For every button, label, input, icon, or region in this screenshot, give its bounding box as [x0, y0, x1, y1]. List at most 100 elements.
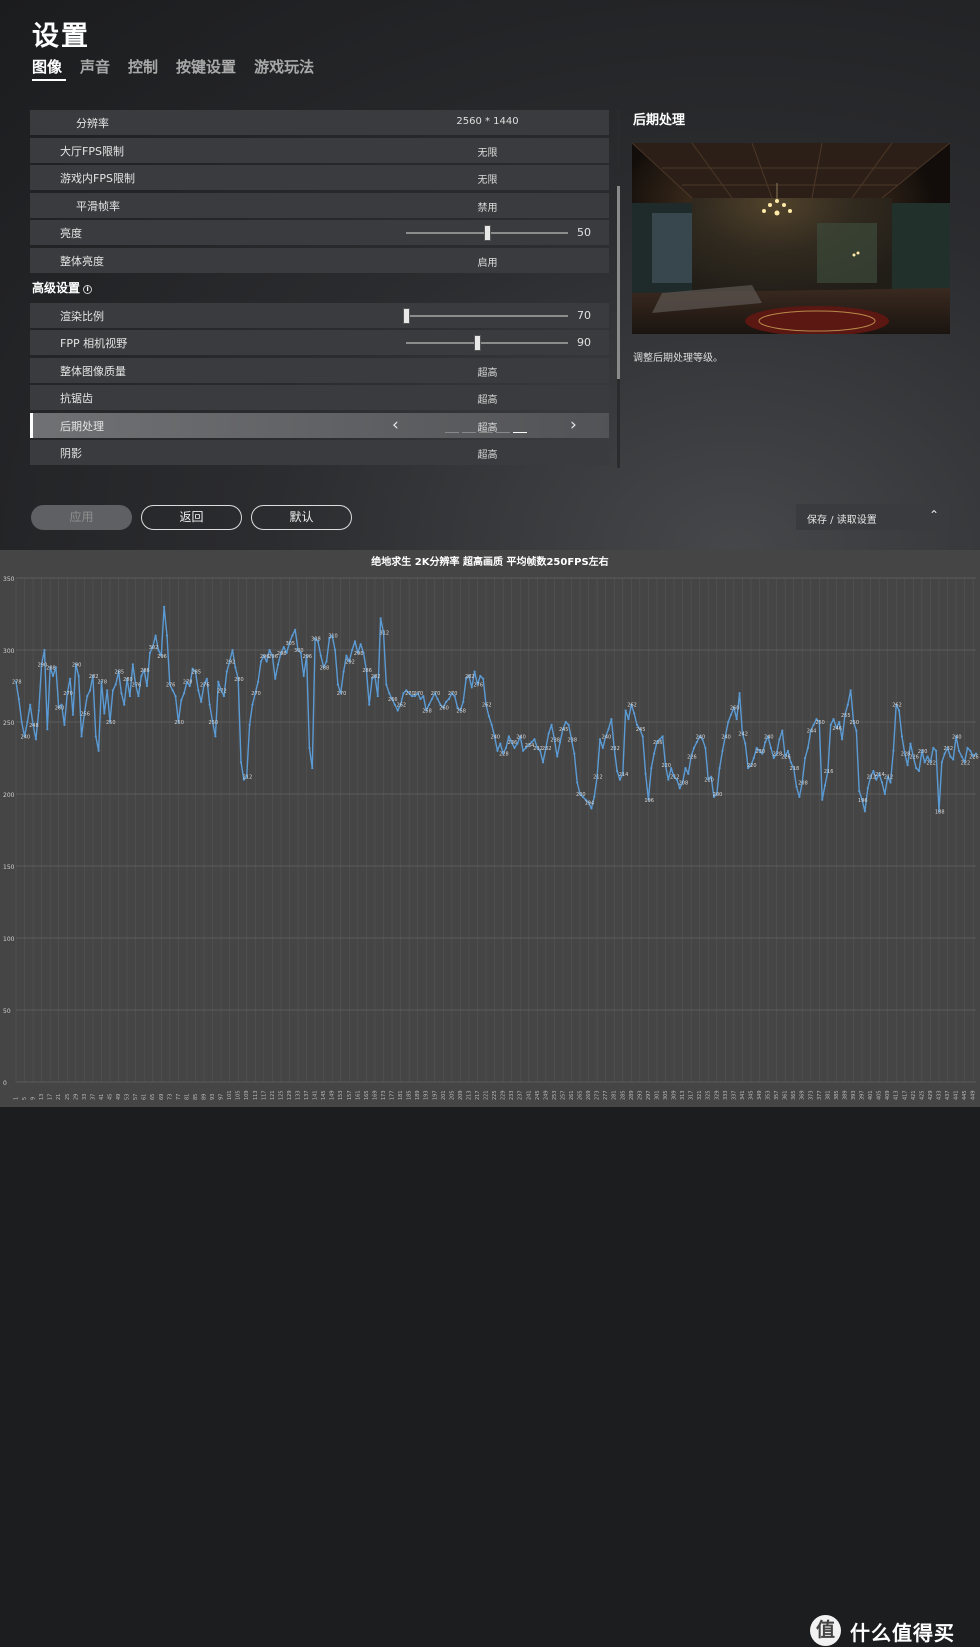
setting-value: 超高 — [477, 395, 498, 406]
data-point — [291, 634, 294, 637]
x-tick-label: 425 — [919, 1090, 925, 1100]
data-point — [974, 752, 978, 755]
x-tick-label: 277 — [603, 1090, 609, 1100]
data-point — [900, 735, 904, 738]
data-point — [487, 715, 490, 718]
data-point — [806, 746, 810, 750]
data-point — [957, 749, 961, 752]
slider-value: 70 — [577, 309, 591, 322]
x-tick-label: 29 — [73, 1094, 79, 1100]
data-label: 194 — [585, 801, 595, 807]
tab-gameplay[interactable]: 游戏玩法 — [254, 56, 314, 77]
fov-slider[interactable] — [406, 335, 568, 351]
data-point — [200, 700, 203, 703]
render-scale-slider[interactable] — [403, 308, 568, 324]
x-tick-label: 177 — [390, 1090, 396, 1100]
setting-shadows[interactable]: 阴影 超高 — [30, 440, 609, 465]
x-tick-label: 357 — [774, 1090, 780, 1100]
x-tick-label: 245 — [535, 1090, 541, 1100]
setting-label: 渲染比例 — [60, 310, 104, 323]
x-tick-label: 445 — [962, 1090, 968, 1100]
data-label: 250 — [174, 720, 184, 726]
setting-smoothing[interactable]: 平滑帧率 禁用 — [30, 193, 609, 218]
data-label: 302 — [149, 645, 159, 651]
save-load-settings-button[interactable]: 保存 / 读取设置 ⌃ — [796, 504, 950, 530]
chart-title: 绝地求生 2K分辨率 超高画质 平均帧数250FPS左右 — [371, 555, 608, 568]
x-tick-label: 449 — [971, 1090, 977, 1100]
setting-ingame-fps[interactable]: 游戏内FPS限制 无限 — [30, 165, 609, 190]
data-point — [479, 674, 482, 678]
x-tick-label: 421 — [911, 1090, 917, 1100]
data-point — [789, 761, 792, 764]
data-label: 236 — [508, 740, 518, 746]
tab-graphics[interactable]: 图像 — [32, 56, 67, 81]
watermark-text: 什么值得买 — [850, 1621, 955, 1645]
x-tick-label: 97 — [219, 1094, 225, 1100]
data-point — [507, 735, 510, 738]
data-point — [858, 790, 861, 793]
tab-keybindings[interactable]: 按键设置 — [176, 56, 236, 77]
data-point — [863, 810, 867, 813]
chevron-right-icon[interactable]: › — [570, 415, 577, 435]
data-point — [205, 677, 208, 680]
tab-bar: 图像 声音 控制 按键设置 游戏玩法 — [32, 56, 314, 81]
setting-value: 2560 * 1440 — [456, 116, 519, 127]
data-label: 245 — [636, 727, 646, 733]
slider-handle[interactable] — [474, 335, 482, 351]
slider-handle[interactable] — [403, 308, 410, 324]
data-point — [259, 660, 263, 663]
x-tick-label: 413 — [894, 1090, 900, 1100]
info-icon[interactable]: i — [83, 285, 93, 294]
save-load-label: 保存 / 读取设置 — [807, 515, 877, 526]
x-tick-label: 225 — [492, 1090, 498, 1100]
level-indicator — [445, 432, 527, 433]
slider-handle[interactable] — [484, 225, 491, 241]
data-label: 276 — [166, 683, 176, 689]
data-point — [769, 746, 772, 750]
y-tick-label: 50 — [3, 1008, 11, 1015]
setting-lobby-fps[interactable]: 大厅FPS限制 无限 — [30, 138, 609, 163]
data-point — [311, 766, 314, 770]
back-button[interactable]: 返回 — [141, 505, 242, 530]
setting-antialiasing[interactable]: 抗锯齿 超高 — [30, 385, 609, 410]
setting-fpp-fov[interactable]: FPP 相机视野 90 — [30, 330, 609, 355]
data-point — [550, 723, 553, 726]
default-button[interactable]: 默认 — [251, 505, 352, 530]
x-tick-label: 365 — [791, 1090, 797, 1100]
data-point — [239, 761, 243, 764]
data-point — [635, 723, 639, 726]
data-label: 285 — [115, 670, 125, 676]
setting-resolution[interactable]: 分辨率 2560 * 1440 — [30, 110, 609, 135]
scrollbar-thumb[interactable] — [617, 186, 620, 379]
setting-overall-brightness[interactable]: 整体亮度 启用 — [30, 248, 609, 273]
setting-brightness[interactable]: 亮度 50 — [30, 220, 609, 245]
data-label: 222 — [926, 760, 936, 766]
x-tick-label: 265 — [578, 1090, 584, 1100]
setting-overall-quality[interactable]: 整体图像质量 超高 — [30, 358, 609, 383]
x-tick-label: 181 — [398, 1090, 404, 1100]
setting-value: 无限 — [477, 175, 498, 186]
data-label: 255 — [841, 713, 851, 719]
data-point — [217, 680, 220, 683]
apply-button[interactable]: 应用 — [31, 505, 132, 530]
tab-sound[interactable]: 声音 — [80, 56, 110, 77]
brightness-slider[interactable] — [406, 225, 568, 241]
x-tick-label: 37 — [90, 1094, 96, 1100]
x-tick-label: 345 — [748, 1090, 754, 1100]
site-watermark: 值 什么值得买 — [810, 1613, 980, 1647]
x-tick-label: 53 — [125, 1094, 131, 1100]
tab-control[interactable]: 控制 — [128, 56, 158, 77]
setting-render-scale[interactable]: 渲染比例 70 — [30, 303, 609, 328]
data-point — [77, 674, 80, 678]
x-tick-label: 249 — [543, 1090, 549, 1100]
chevron-up-icon: ⌃ — [928, 508, 939, 522]
data-point — [709, 775, 713, 778]
setting-post-processing[interactable]: 后期处理 ‹ 超高 › — [30, 413, 609, 438]
data-label: 276 — [473, 683, 483, 689]
data-point — [316, 640, 320, 643]
data-point — [302, 674, 305, 678]
x-tick-label: 441 — [954, 1090, 960, 1100]
y-tick-label: 100 — [3, 936, 15, 943]
data-label: 240 — [491, 734, 501, 740]
data-point — [533, 738, 536, 741]
